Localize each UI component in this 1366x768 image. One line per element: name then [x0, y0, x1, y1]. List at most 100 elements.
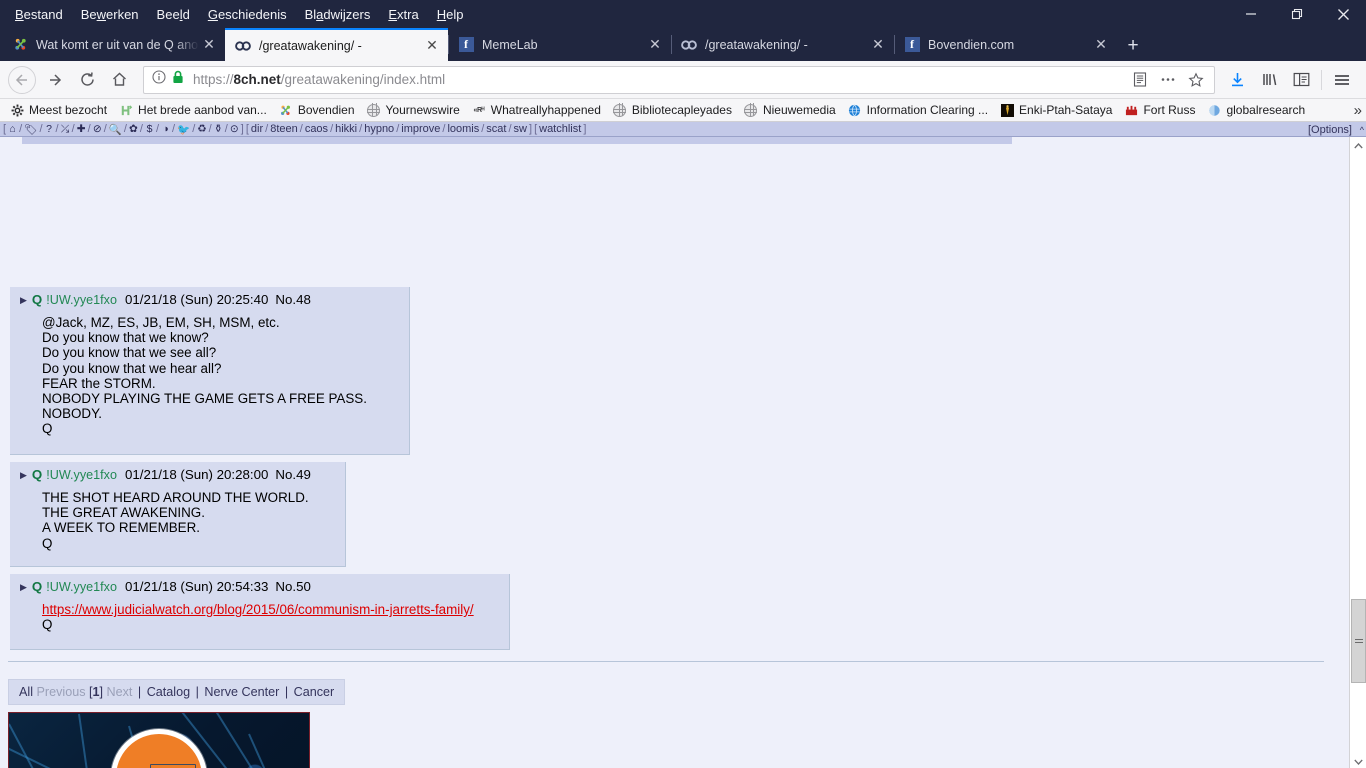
scroll-down-arrow-icon[interactable]	[1350, 753, 1366, 768]
sidebar-icon[interactable]	[1285, 64, 1317, 96]
menu-item-bewerken[interactable]: Bewerken	[72, 3, 148, 26]
collapse-triangle-icon[interactable]: ▶	[20, 295, 27, 306]
close-icon[interactable]	[1320, 0, 1366, 28]
tab-close-icon[interactable]: ✕	[645, 35, 665, 55]
tab-close-icon[interactable]: ✕	[199, 35, 219, 55]
post-body: THE SHOT HEARD AROUND THE WORLD. THE GRE…	[42, 490, 309, 551]
post-number[interactable]: No.50	[275, 579, 310, 594]
pagination-previous: Previous	[36, 685, 86, 699]
check-circle-icon[interactable]: ⊙	[229, 123, 240, 135]
bookmark-label: Enki-Ptah-Sataya	[1019, 103, 1113, 117]
padlock-icon	[172, 70, 184, 89]
tab-close-icon[interactable]: ✕	[1091, 35, 1111, 55]
back-arrow-icon[interactable]	[8, 65, 36, 94]
pagination-cancer[interactable]: Cancer	[294, 685, 335, 699]
menu-item-extra[interactable]: Extra	[379, 3, 427, 26]
bookmark-whatreallyhappened[interactable]: «Rᴴ Whatreallyhappened	[466, 101, 607, 119]
question-icon[interactable]: ?	[44, 123, 55, 135]
reader-view-icon[interactable]	[1126, 67, 1154, 93]
library-icon[interactable]	[1253, 64, 1285, 96]
board-link-sw[interactable]: sw	[513, 123, 528, 135]
forward-arrow-icon[interactable]	[39, 64, 71, 96]
pagination-catalog[interactable]: Catalog	[147, 685, 190, 699]
reload-icon[interactable]	[71, 64, 103, 96]
options-link[interactable]: [Options]	[1308, 122, 1352, 137]
home-icon[interactable]	[103, 64, 135, 96]
tab-4[interactable]: f Bovendien.com ✕	[894, 28, 1117, 61]
bookmark-fort-russ[interactable]: Fort Russ	[1118, 101, 1201, 119]
bookmark-label: Bovendien	[297, 103, 355, 117]
menu-item-geschiedenis[interactable]: Geschiedenis	[199, 3, 296, 26]
url-bar[interactable]: https://8ch.net/greatawakening/index.htm…	[143, 65, 1215, 94]
board-link-scat[interactable]: scat	[485, 123, 507, 135]
bookmark-bibliotecapleyades[interactable]: Bibliotecapleyades	[607, 101, 738, 119]
new-tab-button[interactable]: +	[1117, 31, 1149, 61]
board-link-caos[interactable]: caos	[304, 123, 329, 135]
scroll-thumb[interactable]	[1351, 599, 1366, 683]
pagination-all[interactable]: All	[19, 685, 33, 699]
board-link-dir[interactable]: dir	[250, 123, 264, 135]
post-48: ▶ Q !UW.yye1fxo 01/21/18 (Sun) 20:25:40 …	[10, 287, 410, 455]
ban-icon[interactable]: ⊘	[92, 123, 103, 135]
search-icon[interactable]: 🔍	[108, 123, 123, 136]
bookmark-nieuwemedia[interactable]: Nieuwemedia	[738, 101, 842, 119]
tab-close-icon[interactable]: ✕	[868, 35, 888, 55]
shuffle-icon[interactable]: ⤰	[60, 123, 71, 136]
menu-item-help[interactable]: Help	[428, 3, 473, 26]
menu-item-beeld[interactable]: Beeld	[148, 3, 199, 26]
post-number[interactable]: No.48	[275, 292, 310, 307]
tab-1[interactable]: /greatawakening/ - ✕	[225, 28, 448, 61]
board-link-loomis[interactable]: loomis	[446, 123, 480, 135]
home-icon[interactable]: ⌂	[7, 123, 18, 135]
download-arrow-icon[interactable]	[1221, 64, 1253, 96]
ellipsis-icon[interactable]	[1154, 67, 1182, 93]
pagination-nerve-center[interactable]: Nerve Center	[204, 685, 279, 699]
vpn-banner-ad[interactable]: EASIEST VPN EVER	[8, 712, 310, 768]
post-external-link[interactable]: https://www.judicialwatch.org/blog/2015/…	[42, 602, 474, 617]
board-link-8teen[interactable]: 8teen	[269, 123, 299, 135]
scroll-up-arrow-icon[interactable]	[1350, 137, 1366, 154]
h-letter-icon	[119, 103, 133, 117]
gear-icon[interactable]: ✿	[128, 123, 139, 135]
tab-strip: Wat komt er uit van de Q anon ✕ /greataw…	[0, 28, 1366, 61]
collapse-triangle-icon[interactable]: ▶	[20, 470, 27, 481]
board-link-improve[interactable]: improve	[400, 123, 441, 135]
dollar-icon[interactable]: $	[144, 123, 155, 135]
board-link-hypno[interactable]: hypno	[363, 123, 395, 135]
board-link-hikki[interactable]: hikki	[334, 123, 358, 135]
board-scroll-up-icon[interactable]: ^	[1360, 122, 1364, 137]
identity-box[interactable]	[152, 70, 184, 89]
bookmark-yournewswire[interactable]: Yournewswire	[361, 101, 466, 119]
tab-close-icon[interactable]: ✕	[422, 36, 442, 56]
monument-icon[interactable]: ⚱	[213, 123, 224, 135]
bookmark-het-brede-aanbod[interactable]: Het brede aanbod van...	[113, 101, 273, 119]
collapse-triangle-icon[interactable]: ▶	[20, 582, 27, 593]
bookmark-enki-ptah-sataya[interactable]: Enki-Ptah-Sataya	[994, 101, 1118, 119]
bookmark-bovendien[interactable]: Bovendien	[273, 101, 361, 119]
hamburger-menu-icon[interactable]	[1326, 64, 1358, 96]
plus-icon[interactable]: ✚	[76, 123, 87, 135]
bookmark-globalresearch[interactable]: globalresearch	[1201, 101, 1311, 119]
restore-icon[interactable]	[1274, 0, 1320, 28]
star-icon[interactable]	[1182, 67, 1210, 93]
menu-item-bestand[interactable]: Bestand	[6, 3, 72, 26]
post-number[interactable]: No.49	[275, 467, 310, 482]
refresh-icon[interactable]: ♻	[196, 123, 207, 135]
globe-icon	[612, 103, 627, 117]
tab-0[interactable]: Wat komt er uit van de Q anon ✕	[2, 28, 225, 61]
tab-3[interactable]: /greatawakening/ - ✕	[671, 28, 894, 61]
contrast-icon[interactable]: ◑	[160, 123, 171, 135]
tab-title: Wat komt er uit van de Q anon	[36, 37, 199, 52]
info-circle-icon[interactable]	[152, 70, 166, 89]
menu-item-bladwijzers[interactable]: Bladwijzers	[296, 3, 380, 26]
minimize-icon[interactable]	[1228, 0, 1274, 28]
tab-2[interactable]: f MemeLab ✕	[448, 28, 671, 61]
bookmark-meest-bezocht[interactable]: Meest bezocht	[4, 101, 113, 119]
tag-icon[interactable]: 🏷	[23, 123, 38, 136]
bookmarks-overflow-chevron-icon[interactable]: »	[1348, 99, 1362, 121]
twitter-icon[interactable]: 🐦	[176, 123, 191, 136]
scrolled-element-stub	[22, 137, 1012, 144]
watchlist-link[interactable]: watchlist	[538, 123, 582, 135]
page-scrollbar[interactable]	[1349, 137, 1366, 768]
bookmark-information-clearing[interactable]: Information Clearing ...	[842, 101, 994, 119]
